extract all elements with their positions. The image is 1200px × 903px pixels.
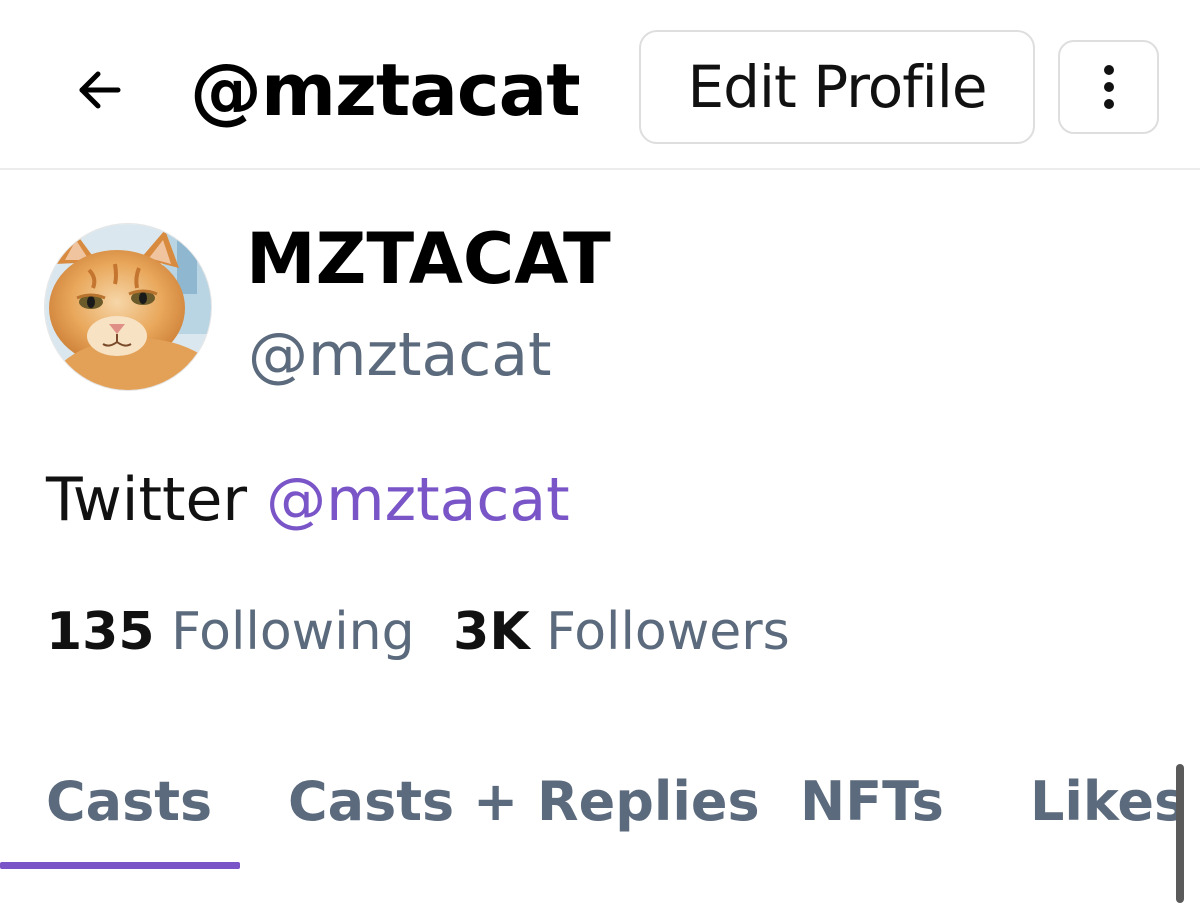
back-button[interactable] [58,50,138,130]
tab-casts-replies[interactable]: Casts + Replies [288,768,760,836]
scrollbar[interactable] [1176,764,1184,903]
followers-stat[interactable]: 3K Followers [453,600,790,664]
bio-mention-link[interactable]: @mztacat [266,465,570,535]
following-count: 135 [46,602,155,662]
page-title: @mztacat [190,48,581,132]
username: @mztacat [248,320,552,390]
bio-text: Twitter [46,465,248,535]
display-name: MZTACAT [246,218,611,300]
tab-nfts[interactable]: NFTs [800,768,944,836]
avatar[interactable] [45,224,211,390]
followers-label: Followers [546,602,790,662]
following-label: Following [171,602,415,662]
edit-profile-button[interactable]: Edit Profile [639,30,1035,144]
bio: Twitter @mztacat [46,462,570,538]
cat-avatar-image [45,224,211,390]
more-options-button[interactable] [1058,40,1159,134]
tab-likes[interactable]: Likes [1030,768,1186,836]
top-bar: @mztacat Edit Profile [0,0,1200,170]
active-tab-indicator [0,862,240,869]
follow-stats: 135 Following 3K Followers [46,600,790,664]
arrow-left-icon [79,71,121,109]
following-stat[interactable]: 135 Following [46,600,415,664]
vertical-dots-icon [1103,65,1114,109]
tab-casts[interactable]: Casts [46,768,212,836]
followers-count: 3K [453,602,530,662]
